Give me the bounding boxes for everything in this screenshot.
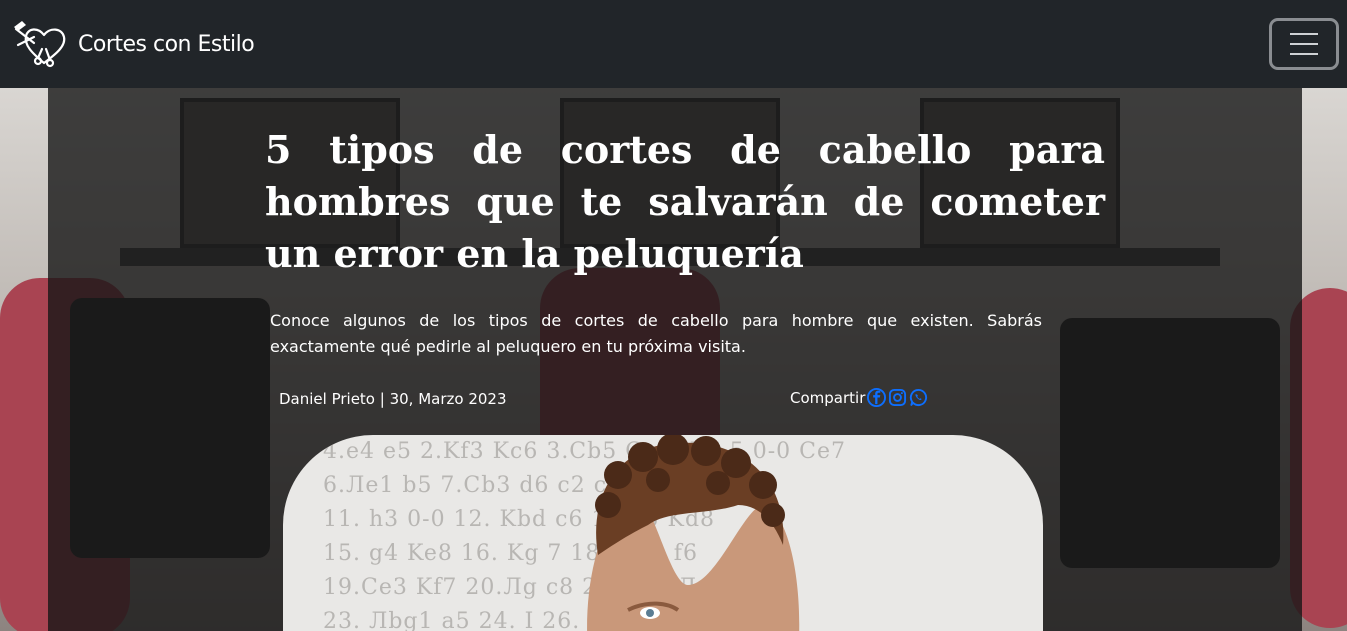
facebook-icon[interactable] bbox=[867, 388, 887, 407]
article-lead: Conoce algunos de los tipos de cortes de… bbox=[270, 311, 1042, 356]
navbar: Cortes con Estilo bbox=[0, 0, 1347, 88]
brand-text: Cortes con Estilo bbox=[78, 31, 255, 57]
man-portrait bbox=[587, 435, 800, 631]
share-bar: Compartir bbox=[790, 388, 928, 407]
scissors-heart-logo bbox=[14, 21, 66, 68]
instagram-icon[interactable] bbox=[888, 388, 907, 407]
share-label: Compartir bbox=[790, 388, 866, 407]
whatsapp-icon[interactable] bbox=[909, 388, 928, 407]
navbar-toggler-button[interactable] bbox=[1269, 18, 1339, 70]
article-title: 5 tipos de cortes de cabello para hombre… bbox=[265, 127, 1105, 276]
hamburger-menu-icon bbox=[1290, 33, 1318, 35]
brand-link[interactable]: Cortes con Estilo bbox=[12, 19, 255, 69]
author-date: Daniel Prieto | 30, Marzo 2023 bbox=[279, 390, 507, 408]
hero-image: 4.e4 e5 2.Kf3 Kc6 3.Cb5 Ca4 Kf6 5.0-0 Ce… bbox=[283, 435, 1043, 631]
article-header-panel: 5 tipos de cortes de cabello para hombre… bbox=[48, 88, 1302, 631]
